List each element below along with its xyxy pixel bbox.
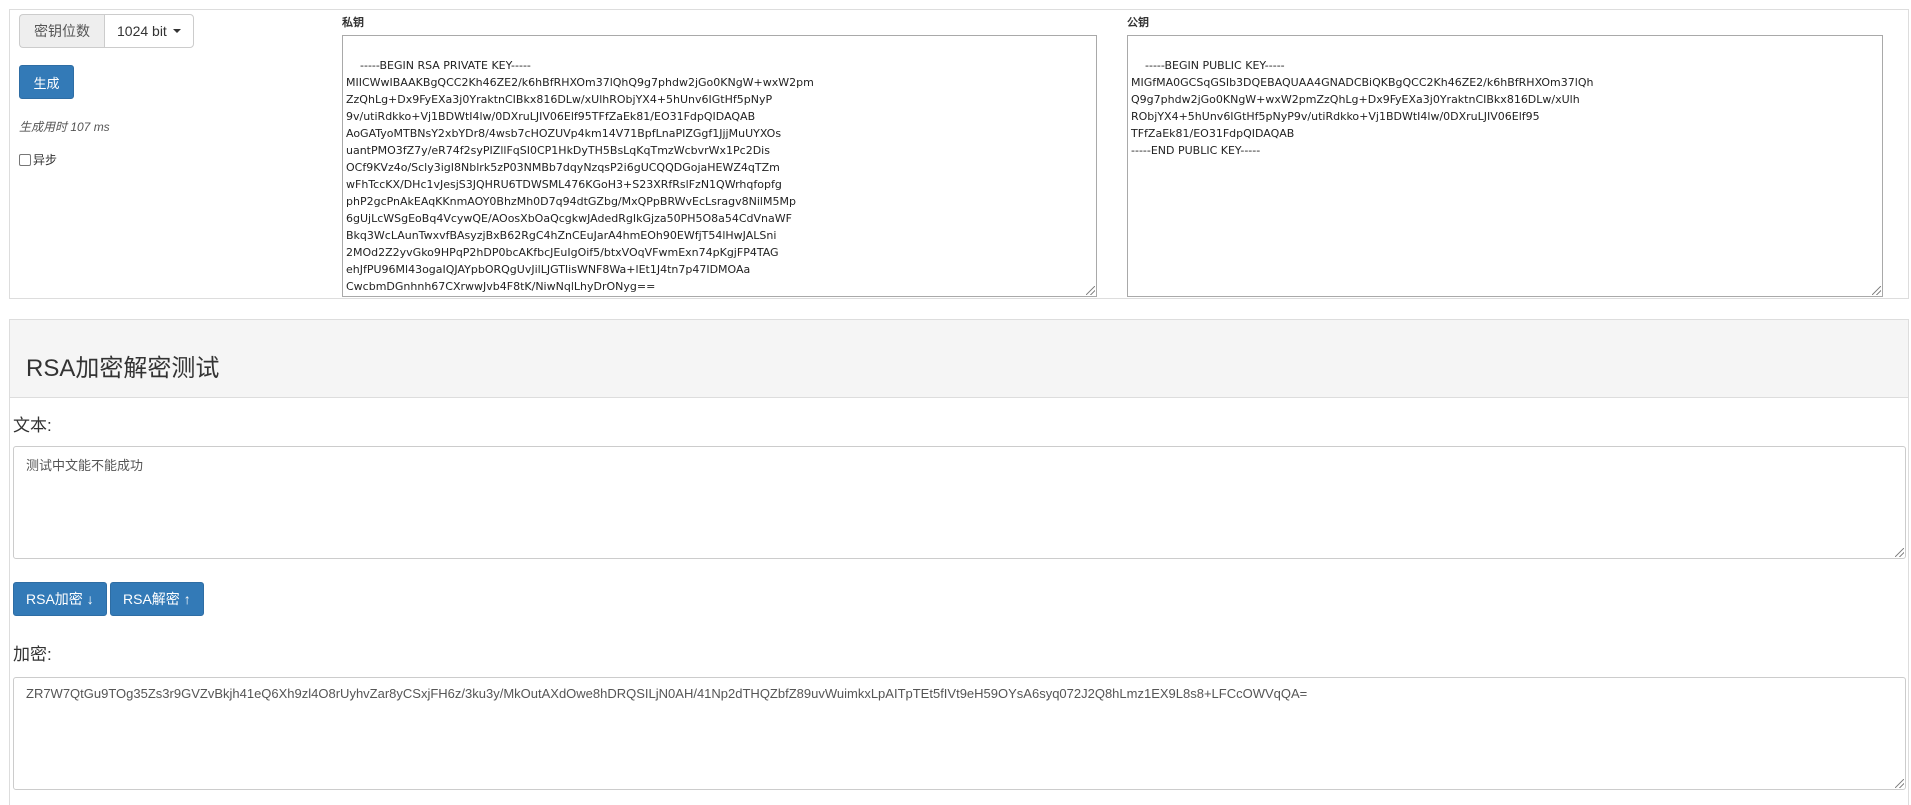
public-key-label: 公钥 xyxy=(1127,17,1149,29)
key-generator-panel: 密钥位数 1024 bit 生成 生成用时 107 ms 异步 私钥 -----… xyxy=(9,9,1909,299)
keysize-input-group: 密钥位数 1024 bit xyxy=(19,14,194,48)
caret-down-icon xyxy=(172,29,181,33)
keysize-label: 密钥位数 xyxy=(19,14,104,48)
encrypt-button-label: RSA加密 xyxy=(26,591,83,607)
ciphertext-output[interactable]: ZR7W7QtGu9TOg35Zs3r9GVZvBkjh41eQ6Xh9zl4O… xyxy=(13,677,1906,790)
encrypt-test-panel: RSA加密解密测试 文本: 测试中文能不能成功 RSA加密 ↓ RSA解密 ↑ … xyxy=(9,319,1909,805)
keysize-value: 1024 bit xyxy=(117,23,167,39)
arrow-up-icon: ↑ xyxy=(183,591,191,607)
decrypt-button-label: RSA解密 xyxy=(123,591,180,607)
generation-time: 生成用时 107 ms xyxy=(19,120,110,134)
private-key-text: -----BEGIN RSA PRIVATE KEY----- MIICWwIB… xyxy=(346,59,814,293)
async-label: 异步 xyxy=(33,153,58,167)
keysize-dropdown[interactable]: 1024 bit xyxy=(104,14,194,48)
generate-button[interactable]: 生成 xyxy=(19,65,74,99)
panel-title: RSA加密解密测试 xyxy=(26,355,220,382)
decrypt-button[interactable]: RSA解密 ↑ xyxy=(110,582,204,616)
plaintext-value: 测试中文能不能成功 xyxy=(26,458,144,473)
async-checkbox[interactable] xyxy=(19,153,31,166)
resize-handle-icon[interactable] xyxy=(1895,779,1904,788)
public-key-text: -----BEGIN PUBLIC KEY----- MIGfMA0GCSqGS… xyxy=(1131,59,1594,157)
resize-handle-icon[interactable] xyxy=(1895,548,1904,557)
resize-handle-icon[interactable] xyxy=(1086,286,1095,295)
encrypt-button[interactable]: RSA加密 ↓ xyxy=(13,582,107,616)
cipher-label: 加密: xyxy=(13,645,52,664)
private-key-label: 私钥 xyxy=(342,17,364,29)
async-option[interactable]: 异步 xyxy=(19,151,57,168)
private-key-textarea[interactable]: -----BEGIN RSA PRIVATE KEY----- MIICWwIB… xyxy=(342,35,1097,297)
public-key-textarea[interactable]: -----BEGIN PUBLIC KEY----- MIGfMA0GCSqGS… xyxy=(1127,35,1883,297)
resize-handle-icon[interactable] xyxy=(1872,286,1881,295)
ciphertext-value: ZR7W7QtGu9TOg35Zs3r9GVZvBkjh41eQ6Xh9zl4O… xyxy=(26,686,1308,701)
plaintext-input[interactable]: 测试中文能不能成功 xyxy=(13,446,1906,559)
panel-heading: RSA加密解密测试 xyxy=(10,320,1908,398)
arrow-down-icon: ↓ xyxy=(86,591,94,607)
text-label: 文本: xyxy=(13,416,52,435)
